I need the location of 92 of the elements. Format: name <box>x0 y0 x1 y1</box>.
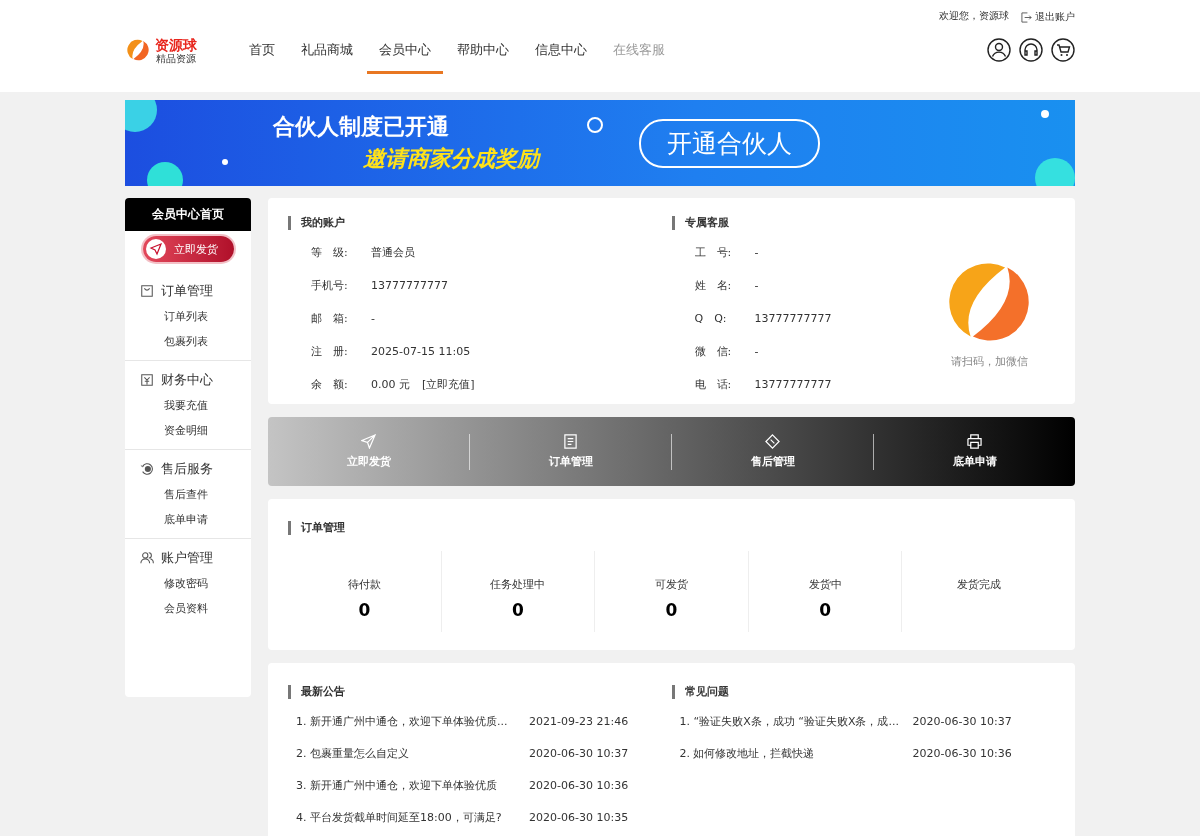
logout-link[interactable]: 退出账户 <box>1021 9 1075 25</box>
field-value: 13777777777 <box>754 378 832 391</box>
article-date: 2020-06-30 10:36 <box>529 778 629 792</box>
send-icon <box>361 434 376 449</box>
sidebar-item[interactable]: 底单申请 <box>125 507 251 532</box>
nav-link[interactable]: 帮助中心 <box>445 26 521 74</box>
field-label: 手机号: <box>311 278 349 293</box>
field-value: 13777777777 <box>371 279 448 292</box>
stat-label: 任务处理中 <box>490 577 546 592</box>
field-value: - <box>754 345 759 358</box>
sidebar-item[interactable]: 我要充值 <box>125 393 251 418</box>
sidebar-item[interactable]: 售后查件 <box>125 482 251 507</box>
stat-count: 0 <box>665 600 678 620</box>
article-link[interactable]: 2. 如何修改地址，拦截快递 <box>679 745 913 761</box>
field-label: 余 额: <box>311 377 349 392</box>
quick-action[interactable]: 售后管理 <box>672 434 873 469</box>
stat-count: 0 <box>819 600 831 620</box>
headset-icon[interactable] <box>1019 38 1043 62</box>
field-label: 微 信: <box>694 344 733 359</box>
nav-link[interactable]: 礼品商城 <box>289 26 365 74</box>
field-value: 2025-07-15 11:05 <box>371 345 471 358</box>
stat-count: 0 <box>358 600 371 620</box>
field-label: 电 话: <box>694 377 733 392</box>
stat-label: 发货完成 <box>956 577 1001 592</box>
stat-label: 可发货 <box>655 577 688 592</box>
logo-name: 资源球 <box>155 36 197 53</box>
ship-button[interactable]: 立即发货 <box>142 236 234 262</box>
field-value: - <box>754 279 759 292</box>
promo-banner[interactable]: 合伙人制度已开通 邀请商家分成奖励 开通合伙人 <box>125 100 1075 186</box>
banner-subtitle: 邀请商家分成奖励 <box>363 145 539 173</box>
sidebar-group-title: 订单管理 <box>161 282 213 300</box>
article-link[interactable]: 1. 新开通广州中通仓，欢迎下单体验优质... <box>296 713 529 729</box>
list-icon <box>563 434 578 449</box>
stat-label: 发货中 <box>808 577 842 592</box>
field-value: 13777777777 <box>754 312 832 325</box>
article-link[interactable]: 1. “验证失败X条，成功 “验证失败X条，成... <box>679 713 913 729</box>
section-title: 常见问题 <box>671 685 1055 699</box>
field-value: 0.00 元 <box>371 377 410 392</box>
field-label: 邮 箱: <box>311 311 349 326</box>
sidebar-item[interactable]: 会员资料 <box>125 596 251 621</box>
field-label: 等 级: <box>311 245 349 260</box>
section-title: 我的账户 <box>288 216 672 230</box>
section-title: 最新公告 <box>288 685 672 699</box>
user-icon[interactable] <box>987 38 1011 62</box>
sidebar-group-title: 售后服务 <box>161 460 213 478</box>
article-date: 2020-06-30 10:36 <box>912 746 1012 760</box>
article-link[interactable]: 4. 平台发货截单时间延至18:00，可满足? <box>296 809 529 825</box>
qr-caption: 请扫码，加微信 <box>950 354 1028 369</box>
yuan-icon <box>140 373 154 387</box>
partner-button[interactable]: 开通合伙人 <box>639 118 820 168</box>
stat-count: 0 <box>511 600 524 620</box>
field-label: 注 册: <box>311 344 349 359</box>
cart-icon[interactable] <box>1051 38 1075 62</box>
nav-link[interactable]: 信息中心 <box>523 26 599 74</box>
recharge-link[interactable]: [立即充值] <box>422 377 475 392</box>
field-value: - <box>754 246 759 259</box>
stat-label: 待付款 <box>347 577 381 592</box>
article-link[interactable]: 3. 新开通广州中通仓，欢迎下单体验优质 <box>296 777 529 793</box>
send-icon <box>145 239 166 259</box>
field-value: 普通会员 <box>371 245 415 260</box>
sidebar-item[interactable]: 包裹列表 <box>125 329 251 354</box>
users-icon <box>140 551 154 565</box>
nav-link[interactable]: 首页 <box>237 26 287 74</box>
service-icon <box>140 462 154 476</box>
field-label: 工 号: <box>694 245 733 260</box>
sidebar-item[interactable]: 资金明细 <box>125 418 251 443</box>
logo-icon <box>125 37 151 63</box>
logo-tagline: 精品资源 <box>156 52 196 64</box>
sidebar-item[interactable]: 订单列表 <box>125 304 251 329</box>
printer-icon <box>967 434 982 449</box>
field-label: 姓 名: <box>694 278 733 293</box>
field-value: - <box>371 312 375 325</box>
article-date: 2020-06-30 10:37 <box>529 746 629 760</box>
sidebar-item[interactable]: 修改密码 <box>125 571 251 596</box>
article-date: 2020-06-30 10:37 <box>912 714 1012 728</box>
field-label: Q Q: <box>694 311 728 326</box>
article-date: 2020-06-30 10:35 <box>529 810 629 824</box>
quick-action[interactable]: 订单管理 <box>470 434 671 469</box>
tag-icon <box>765 434 780 449</box>
section-title: 专属客服 <box>671 216 943 230</box>
article-date: 2021-09-23 21:46 <box>529 714 629 728</box>
banner-title: 合伙人制度已开通 <box>273 113 450 141</box>
nav-link[interactable]: 会员中心 <box>367 26 443 74</box>
sidebar-group-title: 财务中心 <box>161 371 213 389</box>
logout-icon <box>1021 11 1032 23</box>
sidebar-group-title: 账户管理 <box>161 549 213 567</box>
bag-icon <box>140 284 154 298</box>
welcome-text: 欢迎您，资源球 <box>939 9 1009 23</box>
section-title: 订单管理 <box>288 521 1055 535</box>
article-link[interactable]: 2. 包裹重量怎么自定义 <box>296 745 529 761</box>
quick-action[interactable]: 底单申请 <box>874 434 1075 469</box>
sidebar-home-tab[interactable]: 会员中心首页 <box>125 198 251 231</box>
